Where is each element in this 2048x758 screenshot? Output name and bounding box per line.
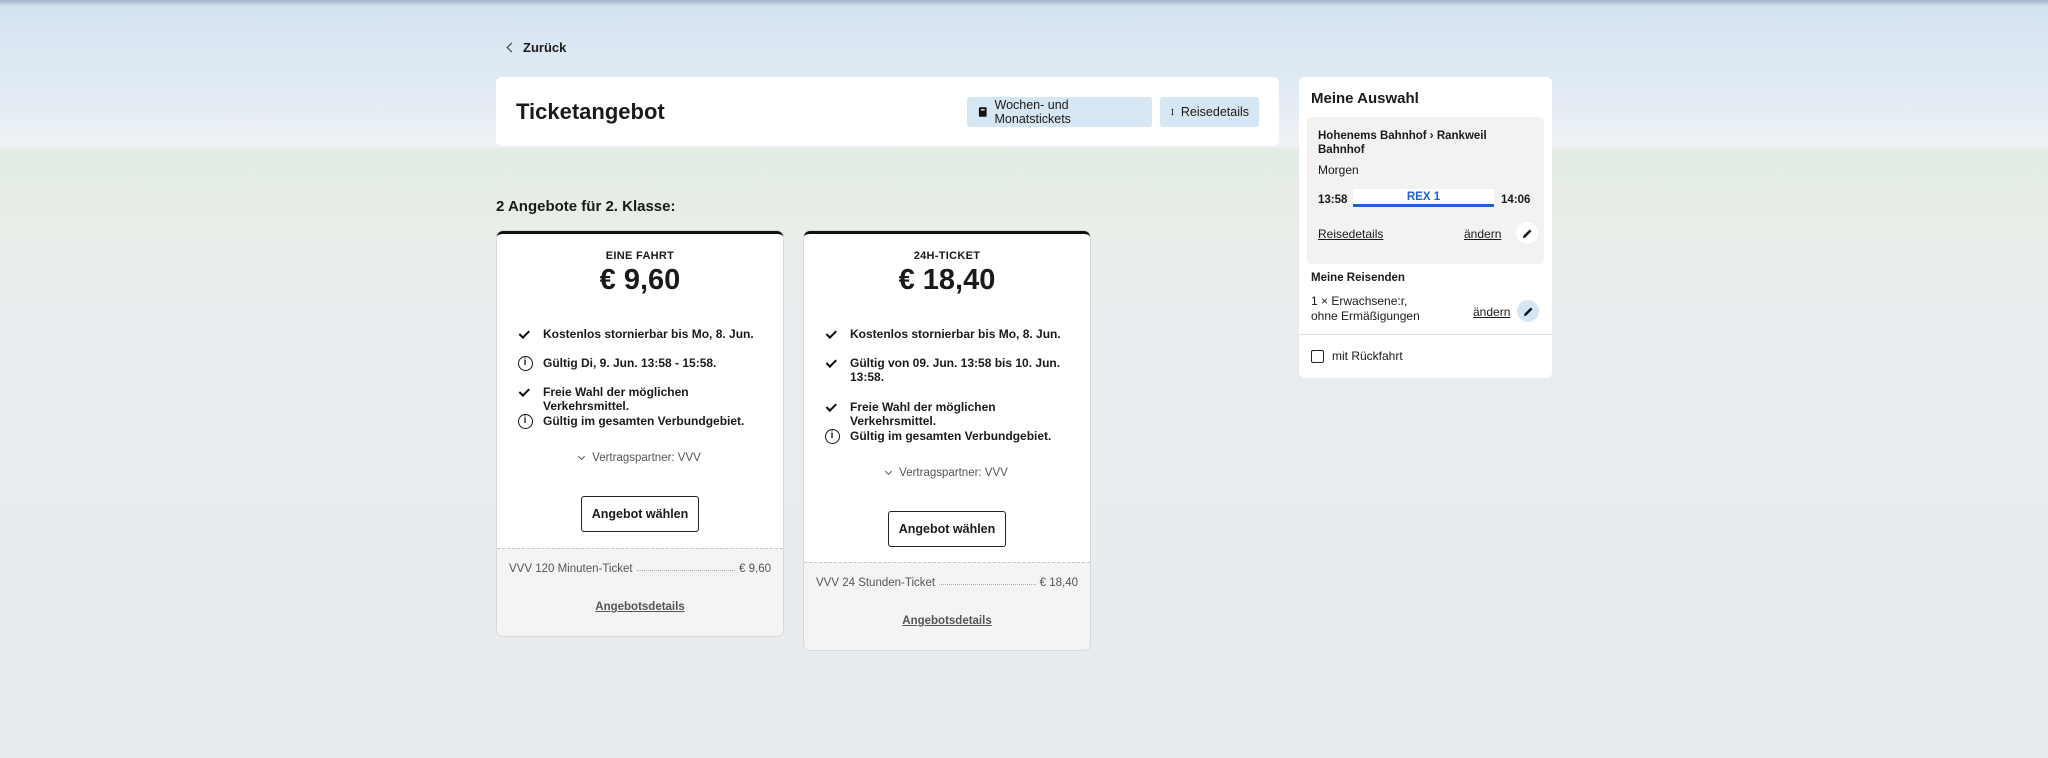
route-icon bbox=[1171, 108, 1174, 116]
contract-partner-text: Vertragspartner: VVV bbox=[899, 467, 1008, 479]
offer-footer: VVV 24 Stunden-Ticket € 18,40 Angebotsde… bbox=[804, 562, 1090, 650]
chevron-left-icon bbox=[506, 42, 517, 53]
offer-feature: Kostenlos stornierbar bis Mo, 8. Jun. bbox=[517, 327, 767, 341]
back-link[interactable]: Zurück bbox=[506, 40, 567, 55]
divider bbox=[1299, 334, 1552, 335]
travellers-title: Meine Reisenden bbox=[1311, 272, 1405, 284]
feature-text: Kostenlos stornierbar bis Mo, 8. Jun. bbox=[543, 327, 754, 341]
offer-price: € 18,40 bbox=[898, 264, 996, 296]
leader-dots bbox=[636, 563, 736, 571]
feature-text: Gültig im gesamten Verbundgebiet. bbox=[543, 414, 745, 428]
train-line: REX 1 bbox=[1353, 189, 1494, 207]
contract-partner-text: Vertragspartner: VVV bbox=[592, 452, 701, 464]
leader-dots bbox=[939, 577, 1036, 585]
offer-feature: i Gültig im gesamten Verbundgebiet. bbox=[824, 428, 1074, 444]
offer-details-link[interactable]: Angebotsdetails bbox=[804, 615, 1090, 627]
feature-text: Kostenlos stornierbar bis Mo, 8. Jun. bbox=[850, 327, 1061, 341]
travellers-line-1: 1 × Erwachsene:r, bbox=[1311, 294, 1408, 308]
return-trip-checkbox[interactable]: mit Rückfahrt bbox=[1311, 349, 1403, 363]
feature-text: Freie Wahl der möglichen Verkehrsmittel. bbox=[543, 385, 689, 413]
check-icon bbox=[824, 400, 840, 414]
choose-offer-button[interactable]: Angebot wählen bbox=[581, 496, 699, 532]
info-icon: i bbox=[517, 413, 533, 429]
connection-summary: Hohenems Bahnhof › Rankweil Bahnhof Morg… bbox=[1307, 117, 1544, 264]
offer-feature: Kostenlos stornierbar bis Mo, 8. Jun. bbox=[824, 327, 1074, 341]
change-travellers-link[interactable]: ändern bbox=[1473, 305, 1510, 319]
product-line: VVV 24 Stunden-Ticket € 18,40 bbox=[816, 577, 1078, 589]
offer-footer: VVV 120 Minuten-Ticket € 9,60 Angebotsde… bbox=[497, 548, 783, 636]
feature-text: Gültig Di, 9. Jun. 13:58 - 15:58. bbox=[543, 356, 717, 370]
offer-card: EINE FAHRT € 9,60 Kostenlos stornierbar … bbox=[497, 231, 783, 636]
feature-text: Freie Wahl der möglichen Verkehrsmittel. bbox=[850, 400, 996, 428]
check-icon bbox=[824, 356, 840, 370]
contract-partner-toggle[interactable]: Vertragspartner: VVV bbox=[804, 467, 1090, 479]
offer-price: € 9,60 bbox=[599, 264, 681, 296]
chevron-down-icon bbox=[578, 452, 586, 461]
product-name: VVV 120 Minuten-Ticket bbox=[509, 563, 633, 575]
offer-kind: 24H-TICKET bbox=[913, 250, 981, 262]
offer-feature: Freie Wahl der möglichen Verkehrsmittel. bbox=[824, 400, 1074, 428]
time-of-day: Morgen bbox=[1318, 163, 1359, 177]
offer-feature: Gültig von 09. Jun. 13:58 bis 10. Jun. 1… bbox=[824, 356, 1074, 384]
edit-connection-button[interactable] bbox=[1516, 222, 1538, 244]
weekly-monthly-tickets-button[interactable]: Wochen- und Monatstickets bbox=[967, 97, 1152, 127]
offer-details-link[interactable]: Angebotsdetails bbox=[497, 601, 783, 613]
choose-offer-button[interactable]: Angebot wählen bbox=[888, 511, 1006, 547]
page-title: Ticketangebot bbox=[516, 99, 665, 124]
check-icon bbox=[517, 385, 533, 399]
check-icon bbox=[517, 327, 533, 341]
product-name: VVV 24 Stunden-Ticket bbox=[816, 577, 936, 589]
return-trip-label: mit Rückfahrt bbox=[1332, 349, 1403, 363]
back-label: Zurück bbox=[523, 40, 567, 55]
offers-heading: 2 Angebote für 2. Klasse: bbox=[496, 198, 676, 215]
route-text: Hohenems Bahnhof › Rankweil Bahnhof bbox=[1318, 130, 1487, 156]
product-line: VVV 120 Minuten-Ticket € 9,60 bbox=[509, 563, 771, 575]
travel-details-button[interactable]: Reisedetails bbox=[1160, 97, 1259, 127]
offer-feature: i Gültig im gesamten Verbundgebiet. bbox=[517, 413, 767, 429]
product-price: € 18,40 bbox=[1039, 577, 1078, 589]
product-price: € 9,60 bbox=[739, 563, 771, 575]
chevron-down-icon bbox=[885, 467, 893, 476]
ticket-icon bbox=[978, 107, 987, 117]
ticket-header-card: Ticketangebot Wochen- und Monatstickets … bbox=[496, 77, 1279, 146]
info-icon: i bbox=[824, 428, 840, 444]
travellers-summary: 1 × Erwachsene:r, ohne Ermäßigungen bbox=[1311, 294, 1420, 324]
feature-text: Gültig von 09. Jun. 13:58 bis 10. Jun. 1… bbox=[850, 356, 1061, 384]
travel-details-label: Reisedetails bbox=[1180, 105, 1249, 119]
change-connection-link[interactable]: ändern bbox=[1464, 227, 1501, 241]
edit-travellers-button[interactable] bbox=[1517, 300, 1539, 322]
offer-card: 24H-TICKET € 18,40 Kostenlos stornierbar… bbox=[804, 231, 1090, 650]
my-selection-card: Meine Auswahl Hohenems Bahnhof › Rankwei… bbox=[1299, 77, 1552, 378]
pencil-icon bbox=[1522, 228, 1532, 238]
feature-text: Gültig im gesamten Verbundgebiet. bbox=[850, 429, 1052, 443]
check-icon bbox=[824, 327, 840, 341]
offer-kind: EINE FAHRT bbox=[605, 250, 675, 262]
contract-partner-toggle[interactable]: Vertragspartner: VVV bbox=[497, 452, 783, 464]
travel-details-link[interactable]: Reisedetails bbox=[1318, 227, 1383, 241]
top-bar bbox=[0, 0, 2048, 6]
pencil-icon bbox=[1523, 306, 1533, 316]
info-icon: i bbox=[517, 355, 533, 371]
travellers-line-2: ohne Ermäßigungen bbox=[1311, 309, 1420, 323]
arrival-time: 14:06 bbox=[1501, 194, 1531, 206]
offer-feature: i Gültig Di, 9. Jun. 13:58 - 15:58. bbox=[517, 355, 767, 371]
checkbox-icon bbox=[1311, 349, 1324, 363]
offer-feature: Freie Wahl der möglichen Verkehrsmittel. bbox=[517, 385, 767, 413]
weekly-monthly-tickets-label: Wochen- und Monatstickets bbox=[994, 98, 1071, 126]
departure-time: 13:58 bbox=[1318, 194, 1348, 206]
my-selection-title: Meine Auswahl bbox=[1311, 90, 1419, 107]
